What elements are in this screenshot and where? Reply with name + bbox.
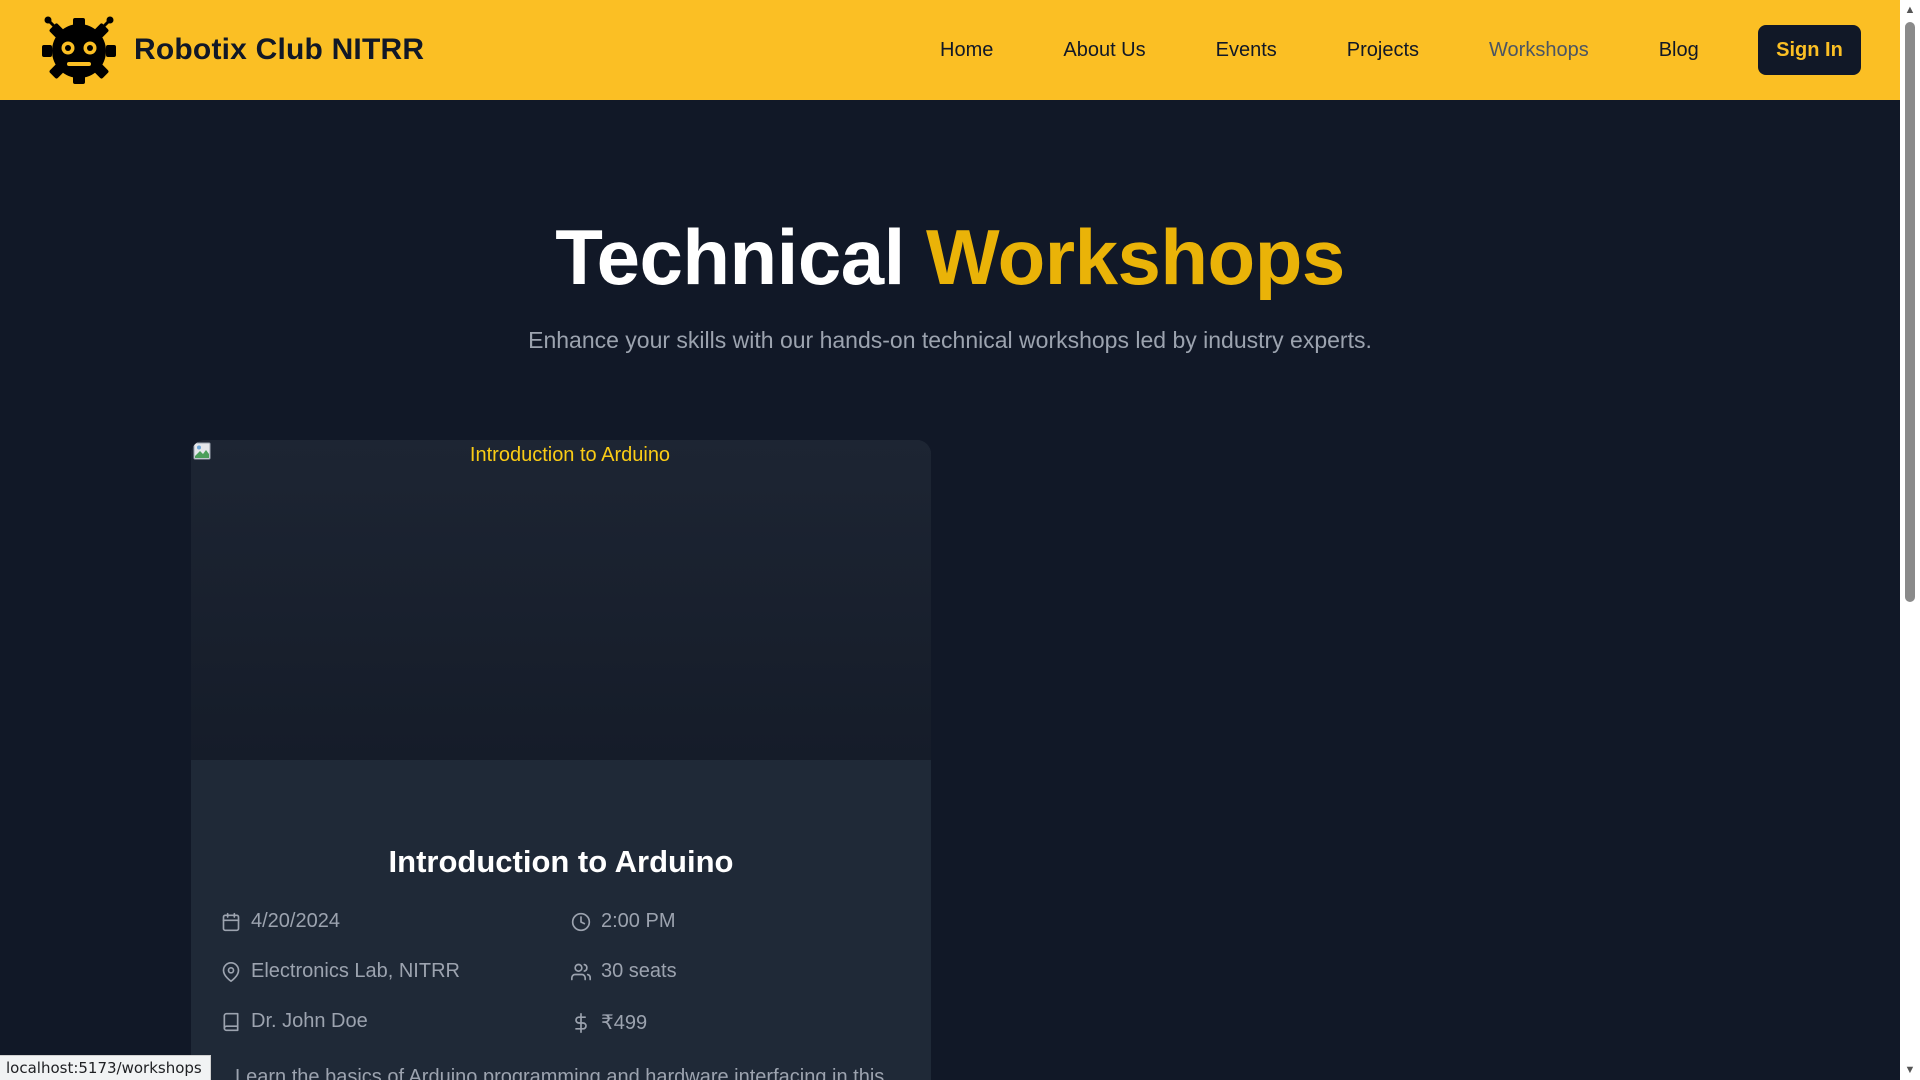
workshop-image: Introduction to Arduino [191,440,931,760]
dollar-icon [575,1012,587,1033]
scroll-down-arrow-icon[interactable]: ▼ [1900,1060,1920,1080]
workshop-date: 4/20/2024 [221,910,340,933]
main-nav: Home About Us Events Projects Workshops … [940,0,1699,100]
nav-about-us[interactable]: About Us [1063,39,1145,62]
calendar-icon [222,912,240,931]
navbar: Robotix Club NITRR Home About Us Events … [0,0,1900,100]
map-pin-icon [222,961,240,982]
robot-logo-icon [42,16,116,84]
nav-events[interactable]: Events [1216,39,1277,62]
workshop-seats-text: 30 seats [601,960,677,982]
page-title: Technical Workshops [0,212,1900,302]
workshop-date-text: 4/20/2024 [251,910,340,932]
scrollbar-thumb[interactable] [1905,22,1915,602]
workshop-title: Introduction to Arduino [388,844,734,879]
page-title-accent: Workshops [925,213,1345,301]
nav-workshops[interactable]: Workshops [1489,39,1589,62]
image-alt-text: Introduction to Arduino [469,444,671,466]
brand-name: Robotix Club NITRR [134,33,425,66]
workshop-seats: 30 seats [571,960,677,983]
users-icon [571,963,591,980]
clock-icon [571,912,591,931]
workshop-description: Learn the basics of Arduino programming … [235,1066,885,1080]
nav-blog[interactable]: Blog [1659,39,1699,62]
workshop-location-text: Electronics Lab, NITRR [251,960,460,982]
workshop-card: Introduction to Arduino Introduction to … [191,440,931,1080]
sign-in-button[interactable]: Sign In [1758,25,1861,75]
workshop-time: 2:00 PM [571,910,675,933]
scroll-up-arrow-icon[interactable]: ▲ [1900,0,1920,20]
workshop-instructor-text: Dr. John Doe [251,1010,368,1032]
nav-home[interactable]: Home [940,39,993,62]
page-subtitle: Enhance your skills with our hands-on te… [528,327,1372,353]
brand-home-link[interactable]: Robotix Club NITRR [38,12,424,88]
workshop-time-text: 2:00 PM [601,910,676,932]
status-bar-url: localhost:5173/workshops [0,1055,211,1080]
workshop-instructor: Dr. John Doe [221,1010,368,1033]
workshop-price-text: ₹499 [601,1012,648,1034]
workshop-location: Electronics Lab, NITRR [221,960,460,983]
workshop-price: ₹499 [571,1010,647,1035]
nav-projects[interactable]: Projects [1347,39,1419,62]
page-title-main: Technical [555,213,905,301]
page-scrollbar[interactable]: ▲ ▼ [1900,0,1920,1080]
book-icon [223,1012,239,1031]
